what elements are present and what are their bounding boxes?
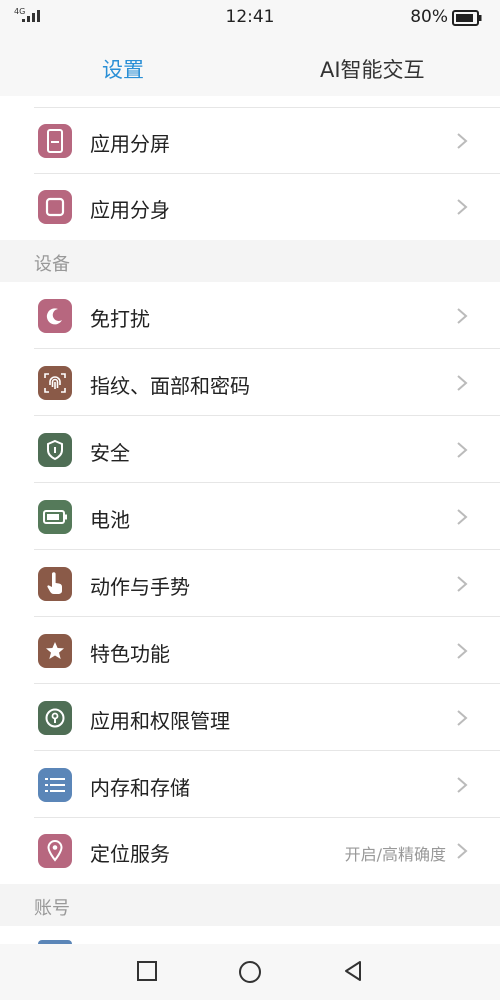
navigation-bar (0, 944, 500, 1000)
list-item-battery[interactable]: 电池 (0, 483, 500, 550)
tab-bar: 设置 AI智能交互 (0, 36, 500, 96)
chevron-right-icon (457, 375, 468, 391)
list-item-label: 应用分身 (90, 198, 170, 222)
hand-gesture-icon (38, 567, 72, 601)
chevron-right-icon (457, 133, 468, 149)
battery-percent: 80% (410, 7, 448, 27)
lock-icon (38, 701, 72, 735)
list-item-label: 指纹、面部和密码 (90, 374, 250, 398)
chevron-right-icon (457, 710, 468, 726)
battery-icon (38, 500, 72, 534)
list-item-partial (0, 96, 500, 108)
shield-icon (38, 433, 72, 467)
list-item-app-permissions[interactable]: 应用和权限管理 (0, 684, 500, 751)
star-icon (38, 634, 72, 668)
status-bar: 4G 12:41 80% (0, 0, 500, 36)
list-item-label: 内存和存储 (90, 776, 190, 800)
section-header-device: 设备 (0, 240, 500, 282)
chevron-right-icon (457, 442, 468, 458)
list-item-app-clone[interactable]: 应用分身 (0, 174, 500, 240)
section-title: 设备 (34, 254, 70, 275)
list-item-label: 免打扰 (90, 307, 150, 331)
chevron-right-icon (457, 509, 468, 525)
chevron-right-icon (457, 843, 468, 859)
app-clone-icon (38, 190, 72, 224)
chevron-right-icon (457, 308, 468, 324)
list-item-features[interactable]: 特色功能 (0, 617, 500, 684)
section-header-account: 账号 (0, 884, 500, 926)
triangle-back-icon[interactable] (342, 960, 364, 982)
location-status-value: 开启/高精确度 (344, 845, 446, 864)
list-item-label: 应用和权限管理 (90, 709, 230, 733)
chevron-right-icon (457, 643, 468, 659)
list-item-label: 安全 (90, 441, 130, 465)
list-item-label: 动作与手势 (90, 575, 190, 599)
list-item-split-screen[interactable]: 应用分屏 (0, 108, 500, 174)
list-item-do-not-disturb[interactable]: 免打扰 (0, 282, 500, 349)
section-title: 账号 (34, 898, 70, 919)
list-item-label: 特色功能 (90, 642, 170, 666)
list-item-storage[interactable]: 内存和存储 (0, 751, 500, 818)
location-pin-icon (38, 834, 72, 868)
moon-icon (38, 299, 72, 333)
tab-ai-interaction[interactable]: AI智能交互 (320, 54, 425, 84)
circle-icon[interactable] (238, 960, 262, 984)
tab-settings[interactable]: 设置 (102, 54, 144, 84)
list-item-gestures[interactable]: 动作与手势 (0, 550, 500, 617)
list-item-location[interactable]: 定位服务 开启/高精确度 (0, 818, 500, 884)
list-item-label: 电池 (90, 508, 130, 532)
list-item-label: 定位服务 (90, 842, 170, 866)
list-item-label: 应用分屏 (90, 132, 170, 156)
fingerprint-icon (38, 366, 72, 400)
chevron-right-icon (457, 199, 468, 215)
split-screen-icon (38, 124, 72, 158)
list-item-fingerprint[interactable]: 指纹、面部和密码 (0, 349, 500, 416)
battery-status-icon (452, 10, 482, 26)
list-item-security[interactable]: 安全 (0, 416, 500, 483)
chevron-right-icon (457, 777, 468, 793)
list-item-account-partial[interactable] (0, 926, 500, 944)
list-icon (38, 768, 72, 802)
square-icon[interactable] (136, 960, 158, 982)
chevron-right-icon (457, 576, 468, 592)
